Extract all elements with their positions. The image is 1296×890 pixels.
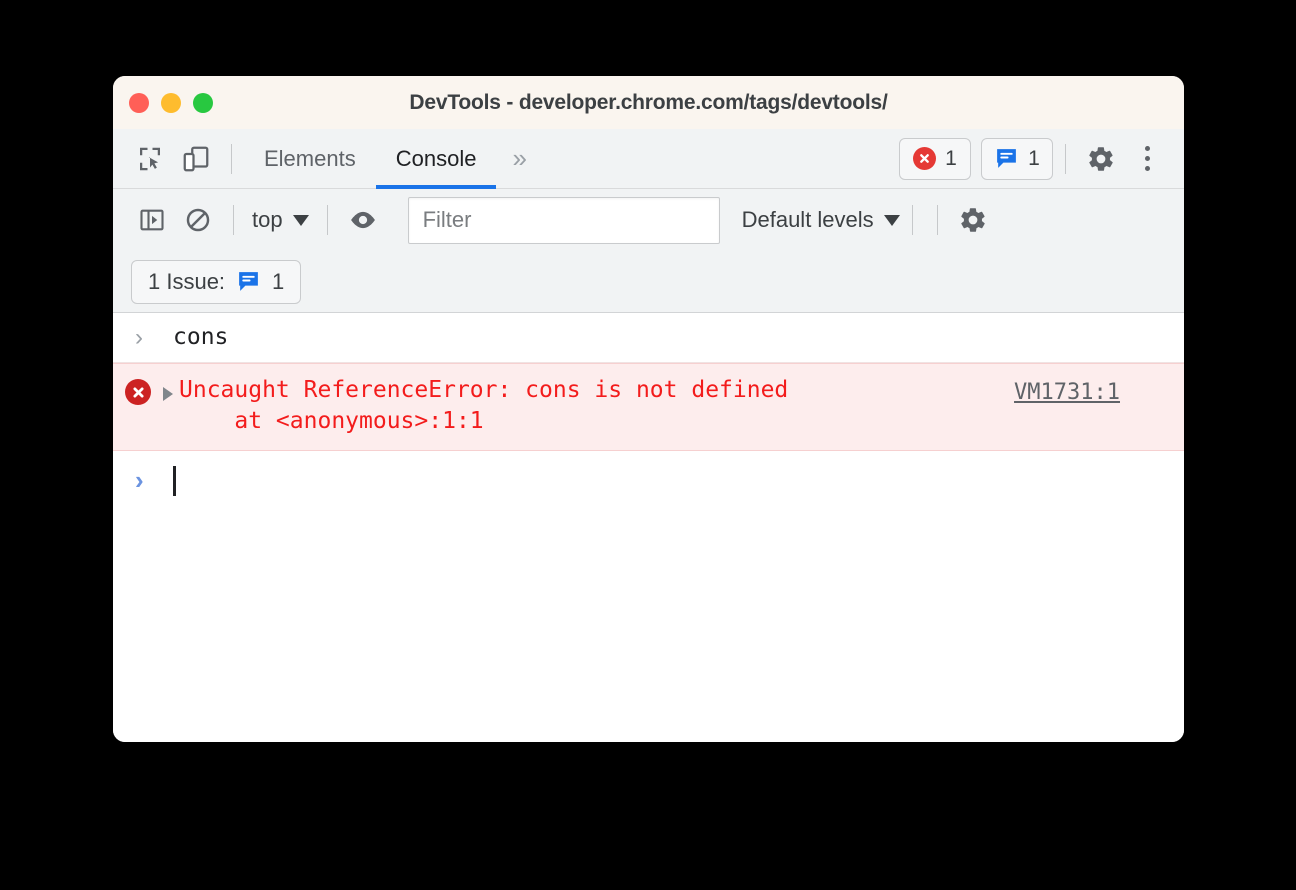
console-sidebar-toggle-button[interactable] (129, 197, 175, 243)
tab-elements-label: Elements (264, 145, 356, 171)
error-count-badge[interactable]: 1 (899, 137, 971, 180)
error-message-line1: Uncaught ReferenceError: cons is not def… (179, 377, 789, 403)
maximize-window-button[interactable] (193, 92, 213, 113)
devtools-settings-button[interactable] (1078, 136, 1124, 182)
device-toolbar-icon (183, 146, 209, 171)
devtools-window: DevTools - developer.chrome.com/tags/dev… (113, 76, 1184, 742)
error-icon-wrapper (113, 375, 163, 405)
console-filter-input[interactable]: Filter (407, 196, 720, 244)
kebab-dot-2 (1144, 156, 1150, 161)
console-error-row[interactable]: Uncaught ReferenceError: cons is not def… (113, 363, 1184, 451)
issues-bar: 1 Issue: 1 (113, 251, 1184, 313)
gear-icon (960, 208, 985, 232)
error-count-label: 1 (945, 146, 957, 170)
console-input-text: cons (173, 324, 229, 350)
issues-count-label: 1 (272, 268, 285, 294)
gear-icon (1089, 146, 1113, 171)
minimize-window-button[interactable] (161, 92, 181, 113)
console-sidebar-icon (140, 209, 164, 231)
tab-elements[interactable]: Elements (244, 129, 376, 189)
devtools-tabbar: Elements Console » 1 1 (113, 129, 1184, 189)
inspect-element-icon (140, 147, 160, 170)
chevron-down-icon (883, 214, 900, 226)
traffic-lights (113, 92, 213, 113)
device-toolbar-button[interactable] (173, 136, 219, 182)
issue-count-label: 1 (1028, 146, 1040, 170)
console-toolbar-divider-1 (233, 205, 234, 235)
kebab-dot-1 (1144, 146, 1150, 151)
issue-bubble-icon (236, 269, 261, 294)
screenshot-stage: DevTools - developer.chrome.com/tags/dev… (0, 0, 1296, 890)
console-prompt-row[interactable]: › (113, 451, 1184, 505)
window-titlebar: DevTools - developer.chrome.com/tags/dev… (113, 76, 1184, 129)
console-settings-button[interactable] (950, 197, 996, 243)
log-levels-selector[interactable]: Default levels (742, 200, 900, 240)
error-source-link[interactable]: VM1731:1 (1014, 375, 1184, 408)
execution-context-selector[interactable]: top (246, 200, 315, 240)
execution-context-label: top (252, 207, 283, 232)
tabbar-divider-2 (1065, 143, 1066, 174)
expand-stacktrace-triangle-icon[interactable] (163, 387, 173, 401)
text-cursor (173, 465, 176, 496)
console-toolbar-divider-3 (911, 205, 913, 235)
clear-console-icon (186, 208, 210, 232)
error-message-line2: at <anonymous>:1:1 (179, 408, 484, 434)
chevron-right-icon: › (135, 465, 144, 495)
error-message-text: Uncaught ReferenceError: cons is not def… (179, 375, 1014, 437)
console-message-list[interactable]: › cons Uncaught ReferenceError: cons is … (113, 313, 1184, 742)
issue-bubble-icon (994, 146, 1019, 171)
console-toolbar-divider-4 (936, 205, 938, 235)
clear-console-button[interactable] (175, 197, 221, 243)
chevron-right-icon: › (135, 324, 143, 351)
inspect-element-button[interactable] (127, 136, 173, 182)
console-toolbar: top Filter Default levels (113, 189, 1184, 251)
live-expression-button[interactable] (340, 197, 386, 243)
tab-console[interactable]: Console (375, 129, 497, 189)
issues-summary-button[interactable]: 1 Issue: 1 (131, 259, 302, 304)
tab-console-label: Console (395, 145, 477, 171)
live-expression-eye-icon (350, 211, 375, 229)
tabbar-divider-1 (231, 143, 232, 174)
console-input-echo-row[interactable]: › cons (113, 313, 1184, 363)
kebab-dot-3 (1144, 166, 1150, 171)
window-title: DevTools - developer.chrome.com/tags/dev… (409, 90, 888, 114)
devtools-menu-button[interactable] (1124, 136, 1170, 182)
issue-count-badge[interactable]: 1 (981, 137, 1053, 180)
error-circle-icon (125, 379, 151, 405)
tabbar-right-group: 1 1 (889, 136, 1184, 182)
console-filter-placeholder: Filter (422, 207, 472, 232)
more-tabs-label: » (512, 143, 527, 173)
chevron-down-icon (292, 214, 309, 226)
more-tabs-button[interactable]: » (496, 129, 542, 189)
console-toolbar-divider-2 (326, 205, 328, 235)
error-circle-icon (913, 147, 937, 170)
close-window-button[interactable] (129, 92, 149, 113)
issues-label: 1 Issue: (148, 268, 226, 294)
log-levels-label: Default levels (741, 207, 874, 232)
